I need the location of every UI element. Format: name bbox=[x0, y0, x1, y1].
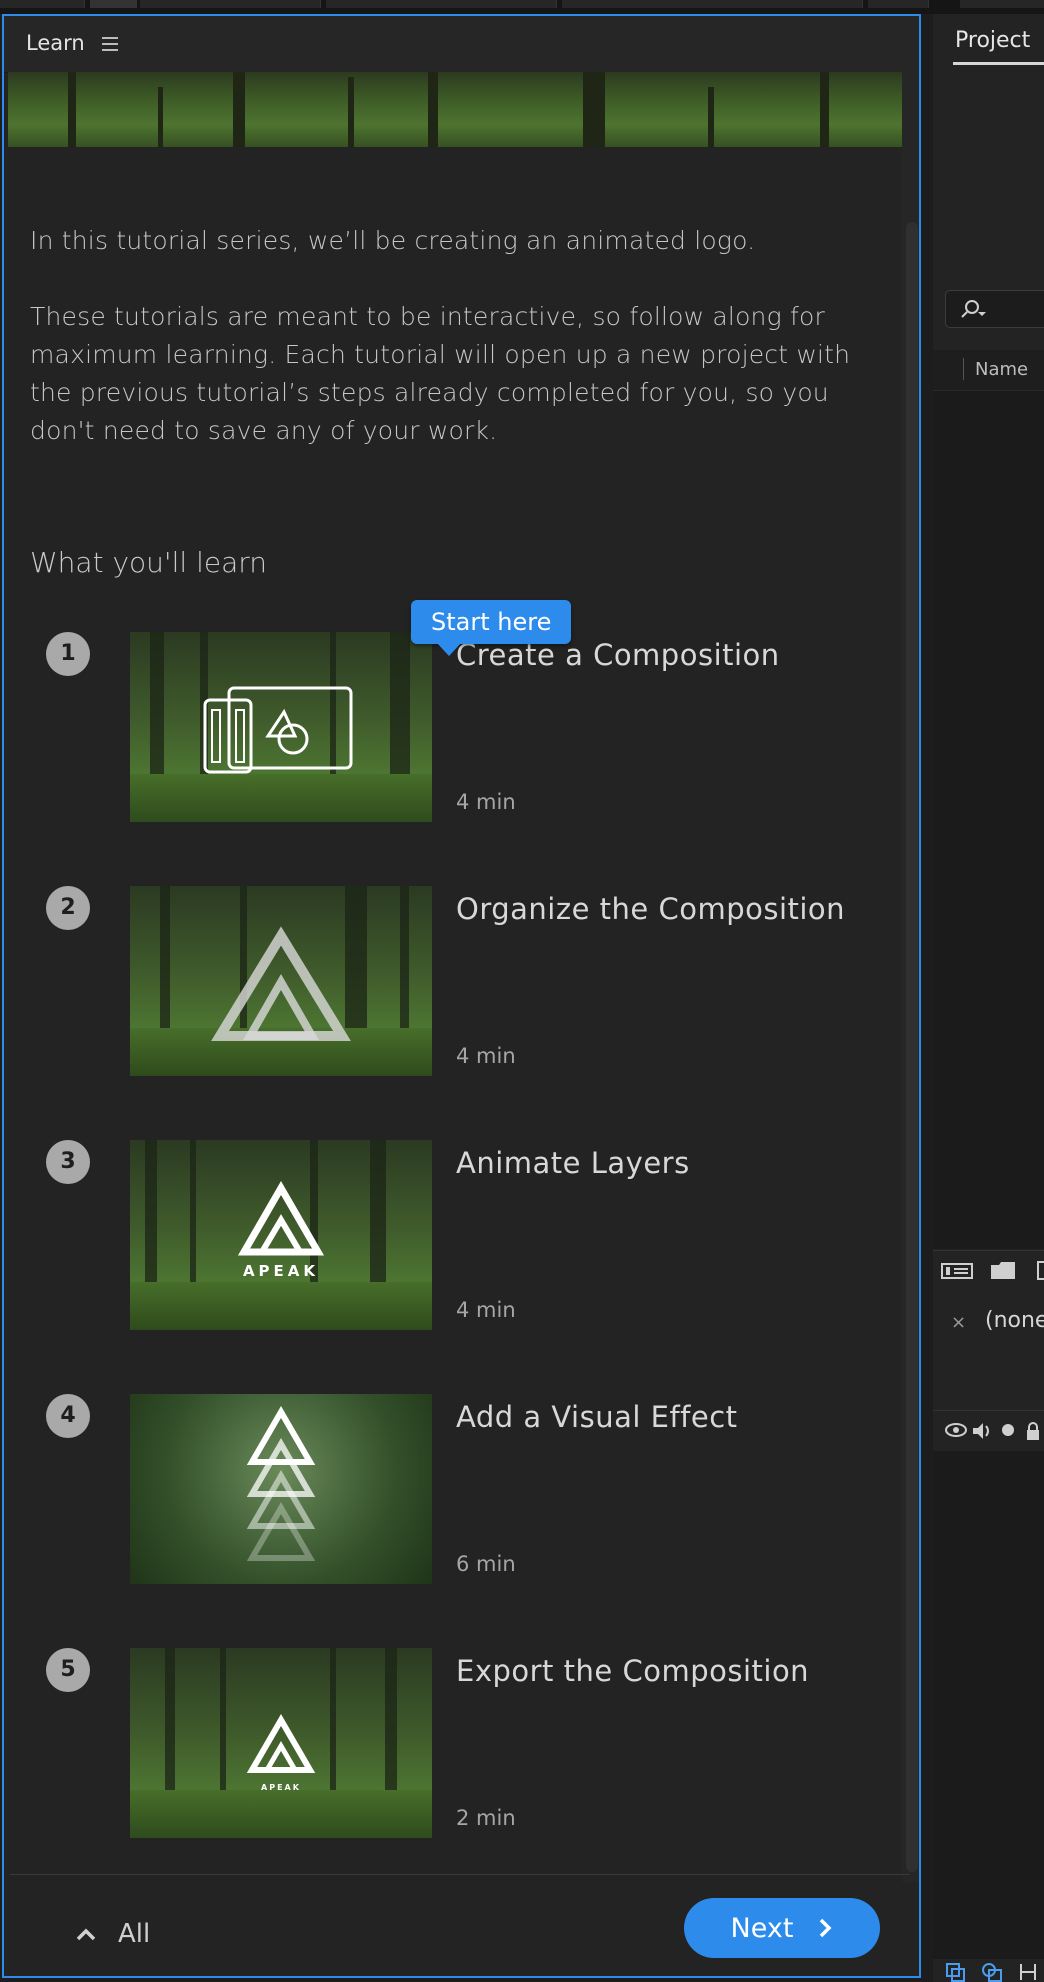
lesson-item[interactable]: 5 APEAK Export the Composition 2 min bbox=[4, 1648, 902, 1840]
lesson-title[interactable]: Add a Visual Effect bbox=[456, 1400, 738, 1434]
layer-switches-header bbox=[933, 1410, 1044, 1452]
timeline-layer-area[interactable] bbox=[933, 1451, 1044, 1959]
name-column-label[interactable]: Name bbox=[975, 359, 1028, 380]
new-composition-icon[interactable] bbox=[1037, 1259, 1044, 1281]
lesson-item[interactable]: 3 APEAK Animate Layers 4 min bbox=[4, 1140, 902, 1332]
lesson-duration: 2 min bbox=[456, 1806, 516, 1830]
toggle-modes-icon[interactable] bbox=[981, 1962, 1003, 1982]
eye-icon[interactable] bbox=[945, 1421, 967, 1439]
graph-editor-icon[interactable] bbox=[1017, 1962, 1039, 1982]
active-tab-indicator bbox=[953, 62, 1044, 65]
lesson-thumbnail[interactable] bbox=[130, 1394, 432, 1584]
toggle-switches-icon[interactable] bbox=[945, 1962, 967, 1982]
lesson-title[interactable]: Organize the Composition bbox=[456, 892, 845, 926]
lesson-item[interactable]: 4 Add a Visual Effect 6 min bbox=[4, 1394, 902, 1586]
lesson-thumbnail[interactable]: APEAK bbox=[130, 1140, 432, 1330]
panel-menu-icon[interactable] bbox=[102, 37, 118, 51]
all-tutorials-button[interactable]: All bbox=[74, 1914, 150, 1954]
scrollbar-thumb[interactable] bbox=[906, 222, 918, 1872]
search-icon bbox=[961, 300, 986, 318]
lesson-duration: 4 min bbox=[456, 1044, 516, 1068]
lesson-number-badge: 2 bbox=[46, 886, 90, 930]
lesson-item[interactable]: 1 Create a Composition 4 min bbox=[4, 632, 902, 824]
svg-text:APEAK: APEAK bbox=[261, 1783, 301, 1792]
all-label: All bbox=[118, 1919, 151, 1949]
lock-icon[interactable] bbox=[1025, 1421, 1041, 1441]
project-column-header: Name bbox=[933, 350, 1044, 391]
lesson-duration: 4 min bbox=[456, 790, 516, 814]
callout-label: Start here bbox=[431, 608, 552, 636]
lesson-number-badge: 1 bbox=[46, 632, 90, 676]
chevron-up-icon bbox=[76, 1928, 96, 1941]
next-label: Next bbox=[730, 1912, 794, 1944]
learn-footer: All Next bbox=[4, 1876, 919, 1976]
intro-paragraph: In this tutorial series, we’ll be creati… bbox=[30, 226, 756, 255]
new-folder-icon[interactable] bbox=[989, 1259, 1017, 1281]
learn-panel-header: Learn bbox=[4, 16, 919, 73]
section-heading: What you'll learn bbox=[30, 546, 268, 579]
tutorial-content[interactable]: In this tutorial series, we’ll be creati… bbox=[4, 72, 902, 1872]
project-panel: Project Name × (none bbox=[933, 14, 1044, 1982]
composition-icon bbox=[203, 686, 353, 774]
lesson-duration: 4 min bbox=[456, 1298, 516, 1322]
svg-text:APEAK: APEAK bbox=[243, 1262, 319, 1280]
learn-panel: Learn In this tutorial series, we’ll be … bbox=[2, 14, 921, 1978]
lesson-number-badge: 4 bbox=[46, 1394, 90, 1438]
lesson-number-badge: 3 bbox=[46, 1140, 90, 1184]
timeline-footer-icons bbox=[933, 1960, 1044, 1982]
lesson-title[interactable]: Animate Layers bbox=[456, 1146, 690, 1180]
lesson-thumbnail[interactable] bbox=[130, 632, 432, 822]
window-top-strip bbox=[0, 0, 1044, 14]
apeak-logo-icon: APEAK bbox=[237, 1181, 325, 1280]
project-item-list[interactable] bbox=[933, 391, 1044, 1249]
apeak-logo-outline-icon bbox=[211, 926, 351, 1041]
apeak-logo-icon: APEAK bbox=[246, 1714, 316, 1792]
composition-tab-label[interactable]: (none bbox=[985, 1308, 1044, 1333]
lesson-title[interactable]: Export the Composition bbox=[456, 1654, 809, 1688]
lesson-duration: 6 min bbox=[456, 1552, 516, 1576]
apeak-logo-echo-icon bbox=[246, 1406, 316, 1561]
project-search-input[interactable] bbox=[945, 290, 1044, 328]
intro-paragraph-2: These tutorials are meant to be interact… bbox=[30, 302, 851, 445]
project-toolbar bbox=[933, 1250, 1044, 1287]
banner-image bbox=[8, 72, 902, 147]
solo-icon[interactable] bbox=[999, 1421, 1017, 1439]
interpret-footage-icon[interactable] bbox=[941, 1259, 975, 1281]
close-icon[interactable]: × bbox=[951, 1312, 966, 1333]
project-tab[interactable]: Project bbox=[955, 28, 1030, 53]
lesson-thumbnail[interactable] bbox=[130, 886, 432, 1076]
next-button[interactable]: Next bbox=[684, 1898, 880, 1958]
composition-tab[interactable]: × (none bbox=[933, 1288, 1044, 1338]
chevron-right-icon bbox=[820, 1918, 832, 1938]
lesson-number-badge: 5 bbox=[46, 1648, 90, 1692]
panel-title[interactable]: Learn bbox=[26, 31, 85, 55]
lesson-thumbnail[interactable]: APEAK bbox=[130, 1648, 432, 1838]
audio-icon[interactable] bbox=[971, 1421, 993, 1441]
start-here-callout: Start here bbox=[411, 600, 572, 656]
footer-divider bbox=[10, 1874, 910, 1875]
lesson-item[interactable]: 2 Organize the Composition 4 min bbox=[4, 886, 902, 1078]
